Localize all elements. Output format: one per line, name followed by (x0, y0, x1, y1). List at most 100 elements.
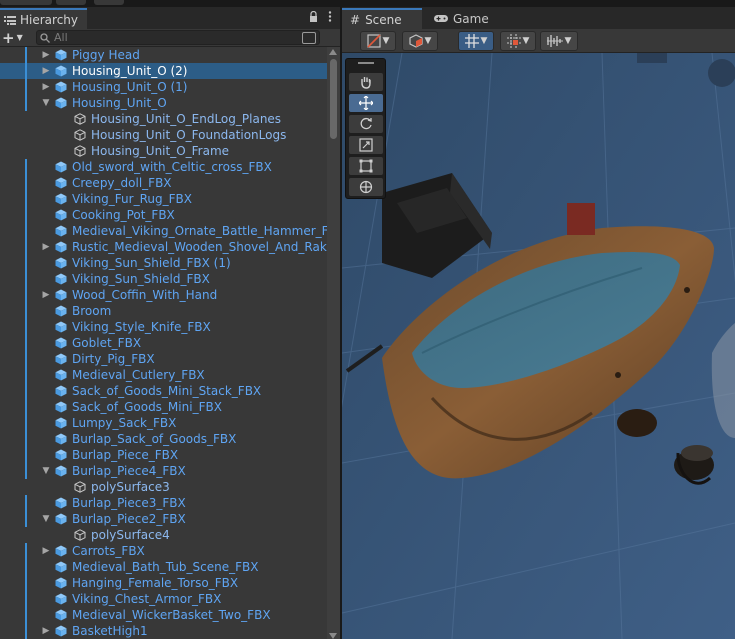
prefab-indicator-bar (25, 63, 27, 79)
hierarchy-row[interactable]: Medieval_WickerBasket_Two_FBX (0, 607, 327, 623)
expand-arrow-down-icon[interactable]: ▼ (41, 511, 51, 527)
prefab-indicator-bar (25, 335, 27, 351)
hierarchy-row[interactable]: ▼ Burlap_Piece4_FBX (0, 463, 327, 479)
move-tool-button[interactable] (349, 94, 383, 112)
expand-arrow-right-icon[interactable]: ▶ (41, 543, 51, 559)
hierarchy-row[interactable]: Viking_Fur_Rug_FBX (0, 191, 327, 207)
prefab-cube-icon (55, 289, 67, 301)
expand-arrow-right-icon[interactable]: ▶ (41, 623, 51, 639)
prefab-indicator-bar (25, 399, 27, 415)
hierarchy-item-label: Hanging_Female_Torso_FBX (72, 576, 239, 590)
prefab-indicator-bar (25, 271, 27, 287)
hierarchy-row[interactable]: ▶ BasketHigh1 (0, 623, 327, 639)
snap-increment-dropdown[interactable]: ▼ (500, 31, 536, 51)
prefab-indicator-bar (25, 351, 27, 367)
scene-panel: # Scene Game ▼ ▼ ▼ ▼ ▼ (342, 7, 735, 639)
hierarchy-item-label: Carrots_FBX (72, 544, 145, 558)
hierarchy-scrollbar[interactable] (327, 47, 340, 639)
scene-viewport[interactable] (342, 53, 735, 639)
mesh-cube-icon (74, 481, 86, 493)
expand-arrow-right-icon[interactable]: ▶ (41, 47, 51, 63)
hierarchy-row[interactable]: Hanging_Female_Torso_FBX (0, 575, 327, 591)
prefab-cube-icon (55, 417, 67, 429)
expand-arrow-right-icon[interactable]: ▶ (41, 79, 51, 95)
hierarchy-row[interactable]: Housing_Unit_O_EndLog_Planes (0, 111, 327, 127)
hierarchy-item-label: Wood_Coffin_With_Hand (72, 288, 218, 302)
expand-arrow-down-icon[interactable]: ▼ (41, 463, 51, 479)
scale-tool-button[interactable] (349, 136, 383, 154)
tab-scene[interactable]: # Scene (342, 8, 422, 29)
hierarchy-row[interactable]: Viking_Sun_Shield_FBX (0, 271, 327, 287)
hierarchy-row[interactable]: Goblet_FBX (0, 335, 327, 351)
lock-icon[interactable] (309, 11, 318, 22)
hierarchy-row[interactable]: Viking_Chest_Armor_FBX (0, 591, 327, 607)
hierarchy-row[interactable]: Sack_of_Goods_Mini_FBX (0, 399, 327, 415)
tab-hierarchy[interactable]: Hierarchy (0, 8, 87, 29)
drag-handle-icon[interactable] (358, 62, 374, 64)
hierarchy-row[interactable]: Cooking_Pot_FBX (0, 207, 327, 223)
hierarchy-row[interactable]: Medieval_Cutlery_FBX (0, 367, 327, 383)
grid-icon (464, 34, 479, 48)
hierarchy-row[interactable]: Medieval_Viking_Ornate_Battle_Hammer_FBX (0, 223, 327, 239)
prefab-cube-icon (55, 513, 67, 525)
hierarchy-item-label: Burlap_Piece_FBX (72, 448, 179, 462)
search-filter-icon[interactable] (302, 32, 316, 44)
hierarchy-row[interactable]: Broom (0, 303, 327, 319)
cube-shading-icon (408, 34, 423, 48)
draw-mode-dropdown[interactable]: ▼ (360, 31, 396, 51)
add-object-button[interactable]: + ▼ (2, 29, 28, 47)
hierarchy-row[interactable]: Lumpy_Sack_FBX (0, 415, 327, 431)
search-input[interactable] (54, 31, 294, 44)
hierarchy-row[interactable]: ▶ Wood_Coffin_With_Hand (0, 287, 327, 303)
hierarchy-item-label: Burlap_Piece4_FBX (72, 464, 186, 478)
hierarchy-item-label: Viking_Fur_Rug_FBX (72, 192, 192, 206)
top-strip (0, 0, 735, 7)
hierarchy-row[interactable]: ▶ Piggy Head (0, 47, 327, 63)
hierarchy-item-label: Medieval_Bath_Tub_Scene_FBX (72, 560, 259, 574)
tab-game[interactable]: Game (426, 8, 496, 29)
grid-snapping-toggle[interactable]: ▼ (458, 31, 494, 51)
prefab-indicator-bar (25, 79, 27, 95)
hierarchy-row[interactable]: ▶ Housing_Unit_O (2) (0, 63, 327, 79)
hierarchy-row[interactable]: polySurface4 (0, 527, 327, 543)
expand-arrow-right-icon[interactable]: ▶ (41, 239, 51, 255)
hierarchy-row[interactable]: Medieval_Bath_Tub_Scene_FBX (0, 559, 327, 575)
scroll-down-arrow-icon[interactable] (329, 633, 337, 639)
hierarchy-row[interactable]: ▶ Carrots_FBX (0, 543, 327, 559)
hierarchy-row[interactable]: Viking_Style_Knife_FBX (0, 319, 327, 335)
hierarchy-row[interactable]: Housing_Unit_O_Frame (0, 143, 327, 159)
scrollbar-thumb[interactable] (330, 59, 337, 139)
hierarchy-item-label: Medieval_WickerBasket_Two_FBX (72, 608, 271, 622)
hierarchy-row[interactable]: Burlap_Piece_FBX (0, 447, 327, 463)
expand-arrow-right-icon[interactable]: ▶ (41, 63, 51, 79)
rect-tool-button[interactable] (349, 157, 383, 175)
shading-dropdown[interactable]: ▼ (402, 31, 438, 51)
hierarchy-row[interactable]: ▶ Housing_Unit_O (1) (0, 79, 327, 95)
gamepad-icon (434, 15, 448, 22)
prefab-cube-icon (55, 561, 67, 573)
hierarchy-row[interactable]: Dirty_Pig_FBX (0, 351, 327, 367)
hierarchy-item-label: Burlap_Piece2_FBX (72, 512, 186, 526)
rotate-tool-button[interactable] (349, 115, 383, 133)
kebab-menu-icon[interactable] (328, 11, 332, 22)
expand-arrow-down-icon[interactable]: ▼ (41, 95, 51, 111)
rendering-options-dropdown[interactable]: ▼ (540, 31, 578, 51)
hierarchy-row[interactable]: ▼ Burlap_Piece2_FBX (0, 511, 327, 527)
expand-arrow-right-icon[interactable]: ▶ (41, 287, 51, 303)
mesh-cube-icon (74, 129, 86, 141)
hierarchy-row[interactable]: Sack_of_Goods_Mini_Stack_FBX (0, 383, 327, 399)
hierarchy-row[interactable]: Burlap_Sack_of_Goods_FBX (0, 431, 327, 447)
transform-tool-button[interactable] (349, 178, 383, 196)
hierarchy-row[interactable]: Creepy_doll_FBX (0, 175, 327, 191)
hierarchy-row[interactable]: Viking_Sun_Shield_FBX (1) (0, 255, 327, 271)
hierarchy-row[interactable]: ▼ Housing_Unit_O (0, 95, 327, 111)
hierarchy-row[interactable]: Old_sword_with_Celtic_cross_FBX (0, 159, 327, 175)
prefab-cube-icon (55, 209, 67, 221)
top-strip-tab (94, 0, 124, 5)
hand-tool-button[interactable] (349, 73, 383, 91)
hierarchy-row[interactable]: Housing_Unit_O_FoundationLogs (0, 127, 327, 143)
hierarchy-row[interactable]: polySurface3 (0, 479, 327, 495)
scroll-up-arrow-icon[interactable] (329, 49, 337, 55)
hierarchy-row[interactable]: Burlap_Piece3_FBX (0, 495, 327, 511)
hierarchy-row[interactable]: ▶ Rustic_Medieval_Wooden_Shovel_And_Rake_ (0, 239, 327, 255)
